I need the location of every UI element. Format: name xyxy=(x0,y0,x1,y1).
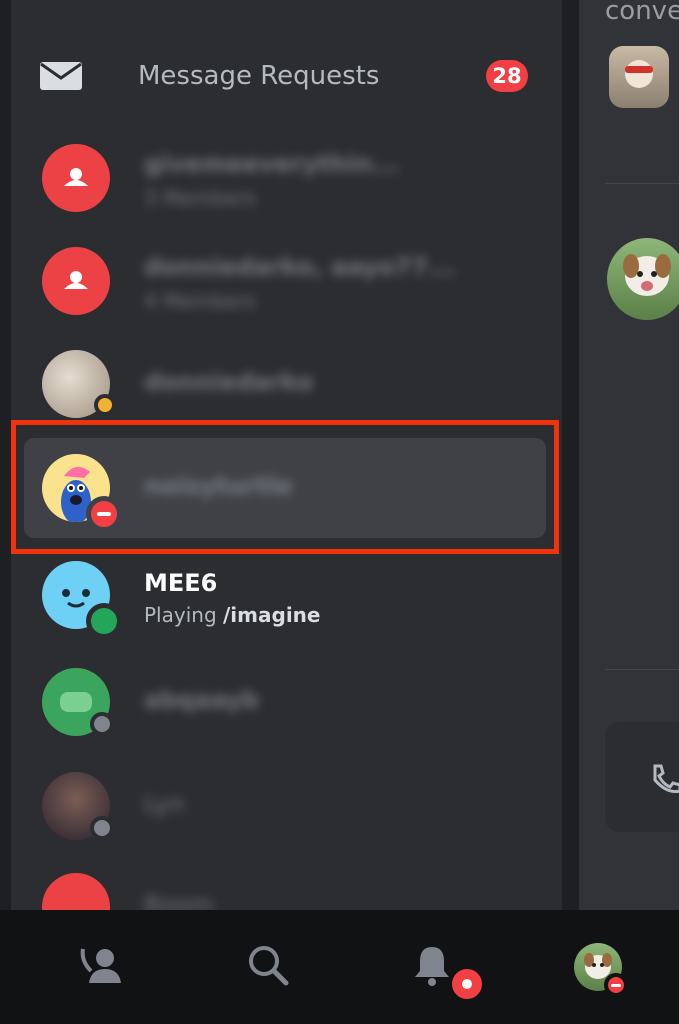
bell-icon xyxy=(412,943,452,991)
divider xyxy=(605,669,679,670)
group-avatar xyxy=(42,873,110,910)
dm-name: abqaayb xyxy=(144,686,260,714)
dm-row[interactable]: abqaayb xyxy=(24,652,546,752)
highlight-box xyxy=(11,420,559,554)
offline-status-icon xyxy=(90,712,114,736)
dm-row[interactable]: givemeeverythin... 3 Members xyxy=(24,128,546,228)
server-rail-edge xyxy=(0,0,11,910)
conversation-panel: conve xyxy=(579,0,679,910)
dm-activity: Playing /imagine xyxy=(144,603,320,627)
dog-avatar xyxy=(607,238,679,320)
offline-status-icon xyxy=(90,816,114,840)
dm-row[interactable]: donniedarko xyxy=(24,334,546,434)
dm-name: Lyn xyxy=(144,790,185,818)
dm-name: Boom xyxy=(144,891,214,910)
group-avatar xyxy=(42,247,110,315)
search-icon xyxy=(246,943,290,991)
dnd-status-icon xyxy=(604,973,628,997)
divider xyxy=(605,183,679,184)
online-status-icon xyxy=(86,603,122,639)
dm-name: donniedarko, aayo77... xyxy=(144,253,456,281)
panel-header-text: conve xyxy=(605,0,679,26)
profile-thumbnail xyxy=(609,46,669,108)
group-avatar xyxy=(42,144,110,212)
search-tab[interactable] xyxy=(208,910,328,1024)
dm-name: givemeeverythin... xyxy=(144,150,400,178)
panel-gutter xyxy=(562,0,579,910)
profile-avatar xyxy=(574,943,628,997)
phone-icon xyxy=(649,762,679,800)
friends-icon xyxy=(79,945,125,989)
dm-row[interactable]: MEE6 Playing /imagine xyxy=(24,545,546,645)
dm-row[interactable]: donniedarko, aayo77... 4 Members xyxy=(24,231,546,331)
message-requests-label: Message Requests xyxy=(138,61,380,91)
friends-tab[interactable] xyxy=(42,910,162,1024)
dm-row[interactable]: Lyn xyxy=(24,756,546,856)
call-card[interactable] xyxy=(605,722,679,832)
bottom-nav-bar xyxy=(0,910,679,1024)
activity-detail: /imagine xyxy=(223,603,321,627)
dm-subtitle: 3 Members xyxy=(144,186,256,210)
dm-name: MEE6 xyxy=(144,569,218,597)
message-requests-badge: 28 xyxy=(486,60,528,92)
activity-prefix: Playing xyxy=(144,603,223,627)
dm-subtitle: 4 Members xyxy=(144,289,256,313)
envelope-icon xyxy=(38,53,84,99)
message-requests-row[interactable]: Message Requests 28 xyxy=(30,40,550,112)
dm-row[interactable]: Boom xyxy=(24,857,546,910)
notification-badge-icon xyxy=(448,965,486,1003)
profile-tab[interactable] xyxy=(538,910,658,1024)
dm-name: donniedarko xyxy=(144,368,314,396)
idle-status-icon xyxy=(94,394,116,416)
